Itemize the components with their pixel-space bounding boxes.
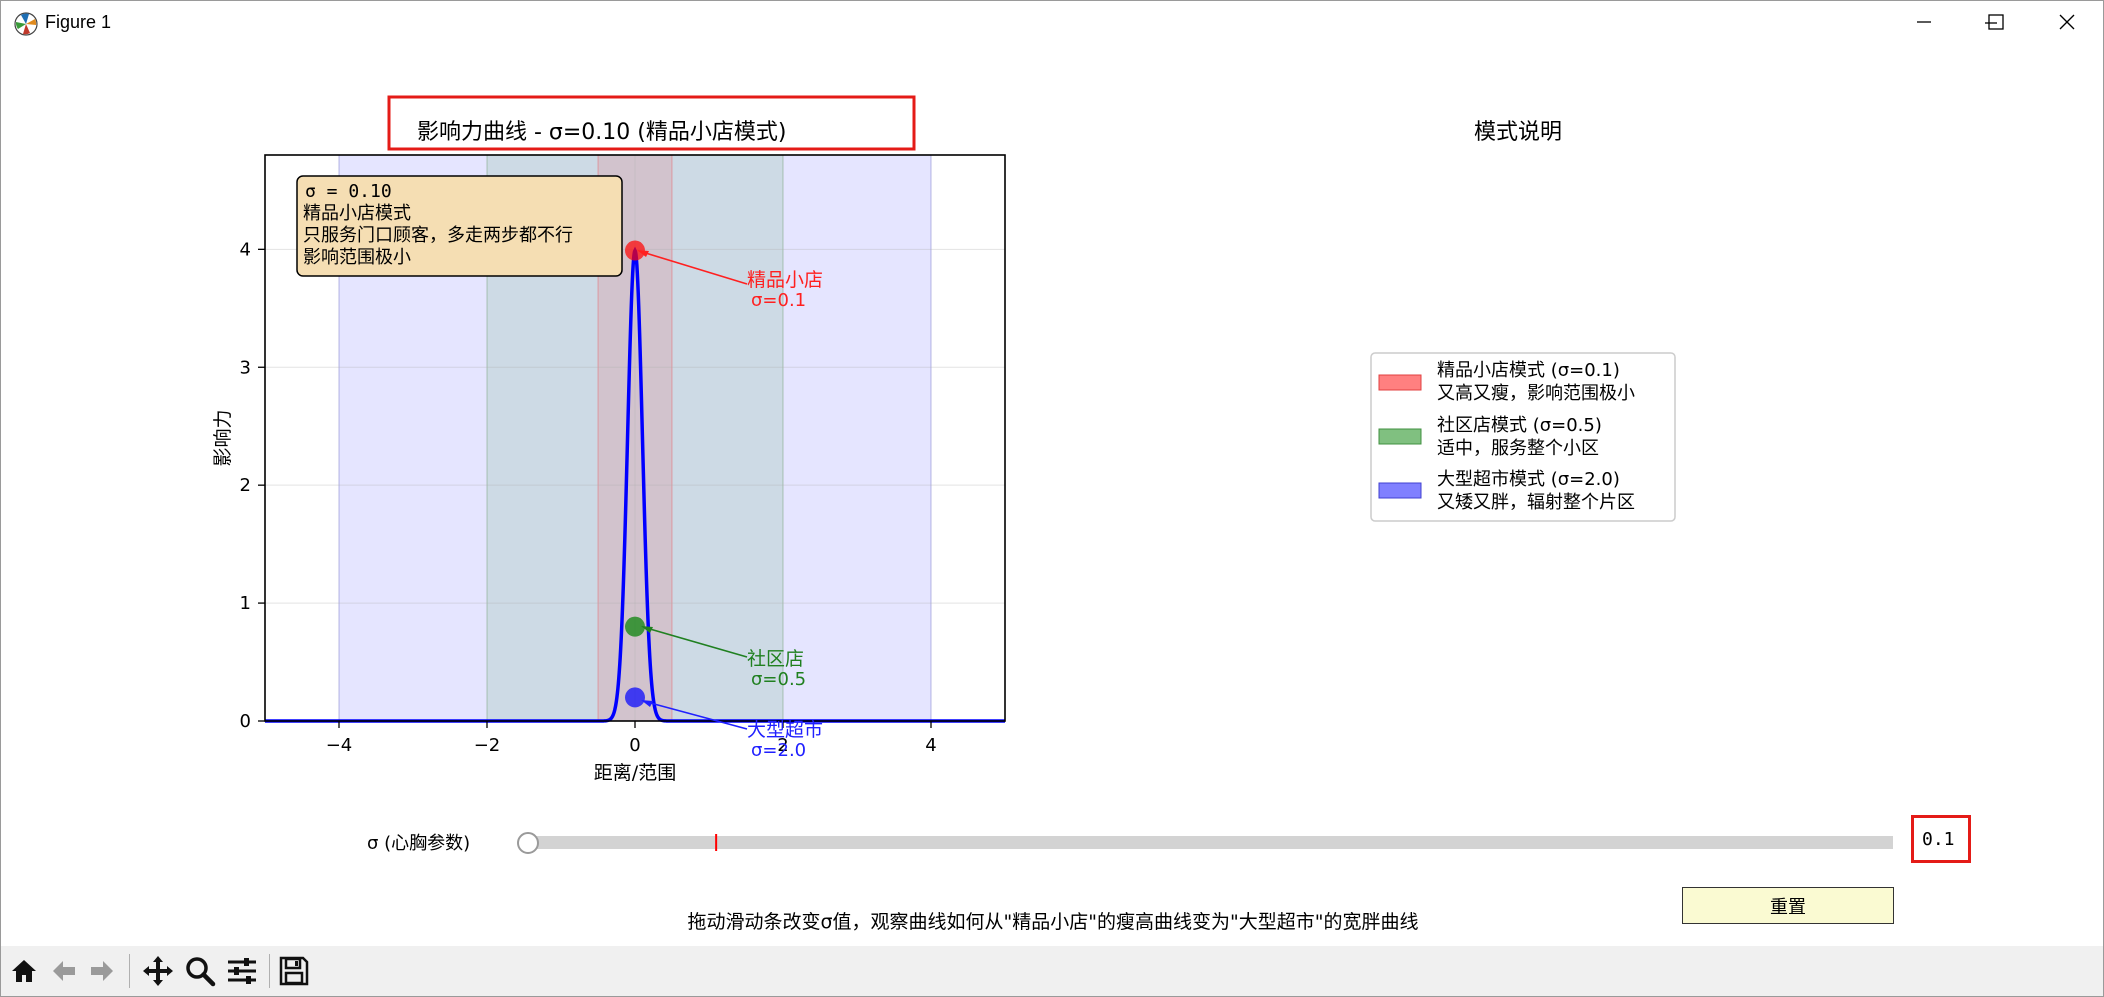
info-line-3: 只服务门口顾客，多走两步都不行 [303,225,573,246]
slider-label: σ (心胸参数) [367,833,471,854]
forward-arrow-icon [91,961,113,981]
configure-sliders-icon [228,958,256,984]
toolbar-separator-2 [269,954,270,988]
slider-value-display: 0.1 [1911,815,1971,863]
back-button[interactable] [45,952,83,990]
pan-move-icon [143,956,173,986]
legend-super-line1: 大型超市模式 (σ=2.0) [1437,469,1620,490]
back-arrow-icon [53,961,75,981]
instruction-text: 拖动滑动条改变σ值，观察曲线如何从"精品小店"的瘦高曲线变为"大型超市"的宽胖曲… [687,911,1419,933]
toolbar-separator [129,954,130,988]
info-box: σ = 0.10 精品小店模式 只服务门口顾客，多走两步都不行 影响范围极小 [296,175,623,277]
slider-track[interactable] [527,836,1893,849]
annotation-community-sigma: σ=0.5 [751,669,806,690]
forward-button[interactable] [83,952,121,990]
navigation-toolbar [1,946,2103,996]
close-icon [2059,14,2075,30]
legend-community-line2: 适中，服务整个小区 [1437,438,1599,459]
sigma-slider[interactable] [517,832,1893,854]
y-tick-label: 4 [240,239,251,260]
x-axis-label: 距离/范围 [594,762,676,784]
legend-swatch-community [1378,428,1422,445]
plot-title: 影响力曲线 - σ=0.10 (精品小店模式) [417,120,786,145]
slider-handle[interactable] [517,832,539,854]
legend-boutique-line2: 又高又瘦，影响范围极小 [1437,383,1635,404]
info-line-1: σ = 0.10 [305,181,392,202]
configure-subplots-button[interactable] [223,952,261,990]
window-title: Figure 1 [45,12,112,32]
matplotlib-app-icon [14,12,38,36]
legend-super-line2: 又矮又胖，辐射整个片区 [1437,492,1635,513]
home-button[interactable] [5,952,43,990]
save-floppy-icon [279,956,309,986]
annotation-boutique-name: 精品小店 [747,269,823,291]
x-tick-label: −4 [326,735,353,756]
info-line-2: 精品小店模式 [303,203,411,224]
x-tick-label: 4 [925,735,936,756]
legend-box: 精品小店模式 (σ=0.1) 又高又瘦，影响范围极小 社区店模式 (σ=0.5)… [1370,352,1676,522]
legend-swatch-super [1378,482,1422,499]
zoom-magnifier-icon [186,957,216,987]
zoom-button[interactable] [181,952,219,990]
legend-swatch-boutique [1378,374,1422,391]
figure-window: Figure 1 影响力曲线 - σ=0.10 (精品小店模式) −4 −2 0 2 4… [0,0,2104,997]
annotation-boutique-sigma: σ=0.1 [751,290,806,311]
y-tick-label: 0 [240,711,251,732]
save-button[interactable] [275,952,313,990]
x-tick-label: 0 [629,735,640,756]
title-bar: Figure 1 [1,1,2103,45]
maximize-icon [1988,14,2004,30]
y-axis-label: 影响力 [212,409,234,466]
peak-marker-2 [625,687,645,708]
y-tick-label: 2 [240,475,251,496]
x-tick-label: −2 [474,735,501,756]
home-icon [12,960,36,982]
window-controls [1917,14,2075,30]
pan-button[interactable] [139,952,177,990]
y-tick-label: 3 [240,357,251,378]
info-line-4: 影响范围极小 [303,247,411,268]
annotation-super-sigma: σ=2.0 [751,740,806,761]
figure-canvas[interactable]: 影响力曲线 - σ=0.10 (精品小店模式) −4 −2 0 2 401234距离/范… [1,45,2103,945]
annotation-community-name: 社区店 [747,648,804,670]
legend-boutique-line1: 精品小店模式 (σ=0.1) [1437,360,1620,381]
legend-panel-title: 模式说明 [1474,120,1562,145]
y-tick-label: 1 [240,593,251,614]
legend-community-line1: 社区店模式 (σ=0.5) [1437,415,1602,436]
annotation-super-name: 大型超市 [747,719,823,741]
